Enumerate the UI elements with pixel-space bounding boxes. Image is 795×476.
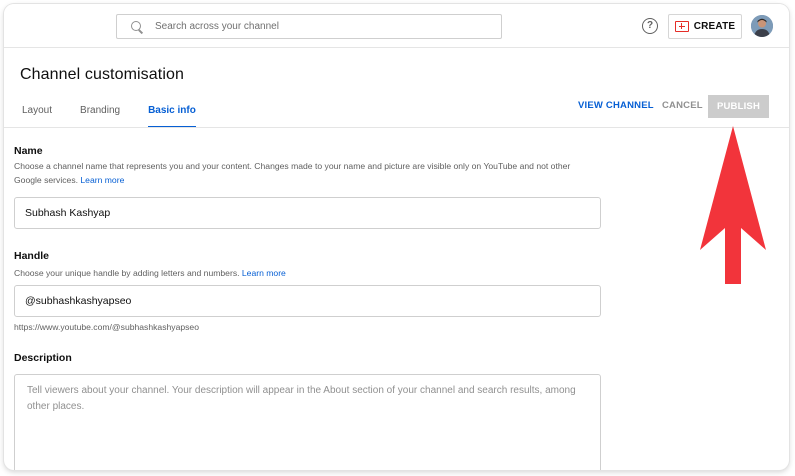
cancel-button[interactable]: CANCEL bbox=[662, 100, 703, 111]
name-label: Name bbox=[14, 145, 43, 157]
description-field[interactable] bbox=[14, 374, 601, 470]
handle-field[interactable] bbox=[14, 285, 601, 317]
handle-label: Handle bbox=[14, 250, 50, 262]
avatar-image bbox=[751, 15, 773, 37]
header-divider bbox=[4, 127, 789, 128]
tab-basic-info[interactable]: Basic info bbox=[148, 100, 196, 128]
tab-bar: Layout Branding Basic info bbox=[4, 100, 206, 128]
handle-description: Choose your unique handle by adding lett… bbox=[14, 266, 286, 280]
name-learn-more-link[interactable]: Learn more bbox=[80, 175, 124, 185]
view-channel-button[interactable]: VIEW CHANNEL bbox=[578, 100, 654, 111]
channel-url: https://www.youtube.com/@subhashkashyaps… bbox=[14, 322, 199, 332]
page-title: Channel customisation bbox=[20, 66, 184, 83]
create-button[interactable]: CREATE bbox=[668, 14, 742, 39]
name-description: Choose a channel name that represents yo… bbox=[14, 159, 594, 187]
arrow-up-icon bbox=[700, 126, 766, 284]
description-label: Description bbox=[14, 352, 72, 364]
help-icon[interactable]: ? bbox=[642, 18, 658, 34]
handle-learn-more-link[interactable]: Learn more bbox=[242, 268, 286, 278]
create-video-icon bbox=[674, 21, 689, 32]
search-input[interactable] bbox=[155, 21, 475, 32]
tab-layout[interactable]: Layout bbox=[22, 100, 52, 128]
avatar[interactable] bbox=[751, 15, 773, 37]
search-box[interactable] bbox=[116, 14, 502, 39]
create-label: CREATE bbox=[693, 21, 736, 32]
top-bar: ? CREATE bbox=[4, 4, 789, 48]
tab-branding[interactable]: Branding bbox=[80, 100, 120, 128]
app-window: ? CREATE Channel customisation Layout Br… bbox=[4, 4, 789, 470]
publish-button[interactable]: PUBLISH bbox=[708, 95, 769, 118]
handle-description-text: Choose your unique handle by adding lett… bbox=[14, 268, 240, 278]
name-field[interactable] bbox=[14, 197, 601, 229]
search-icon bbox=[131, 20, 143, 33]
